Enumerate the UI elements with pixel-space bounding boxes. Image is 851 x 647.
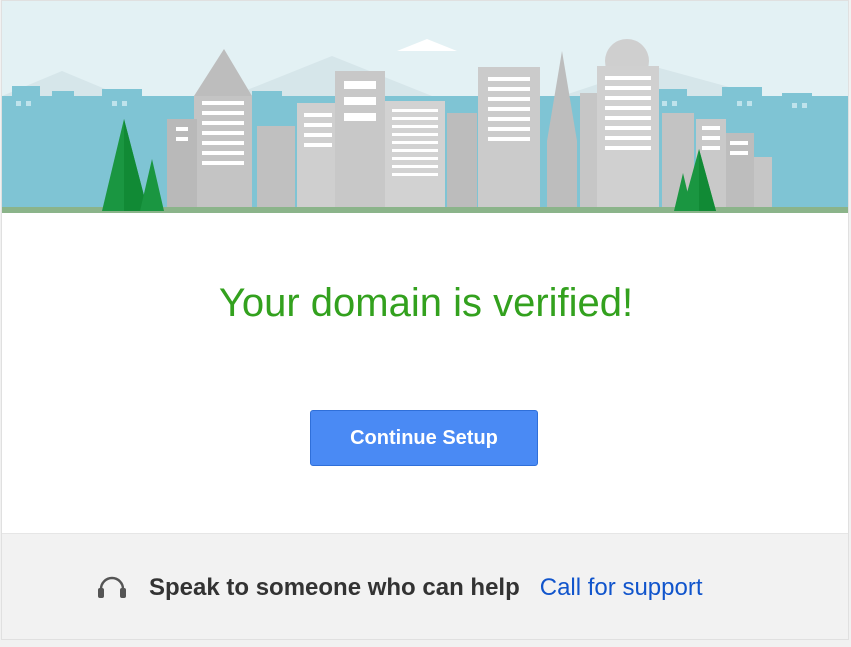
continue-setup-button[interactable]: Continue Setup bbox=[310, 410, 538, 466]
verification-card: Your domain is verified! Continue Setup … bbox=[1, 0, 849, 640]
support-help-text: Speak to someone who can help bbox=[149, 574, 520, 601]
call-for-support-link[interactable]: Call for support bbox=[540, 574, 703, 602]
headset-icon bbox=[95, 569, 149, 608]
support-row: Speak to someone who can help Call for s… bbox=[95, 571, 703, 605]
support-footer: Speak to someone who can help Call for s… bbox=[2, 533, 848, 639]
page-title: Your domain is verified! bbox=[218, 281, 634, 325]
skyline-illustration bbox=[2, 39, 848, 213]
city-skyline-banner bbox=[2, 1, 848, 213]
